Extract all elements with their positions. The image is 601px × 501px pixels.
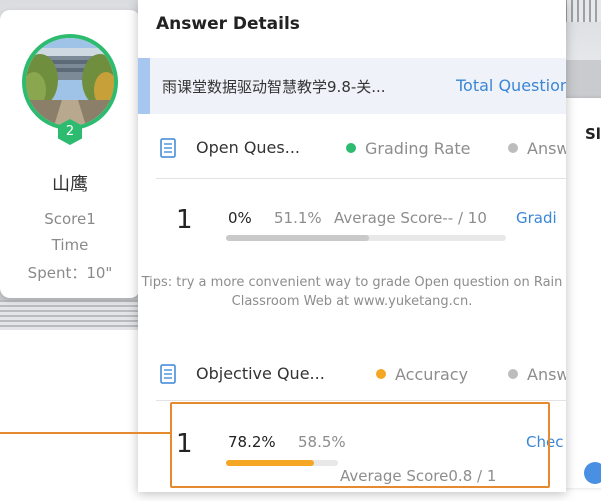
side-panel-title: Sl: [585, 125, 601, 143]
legend-dot-green: [346, 143, 356, 153]
divider: [156, 178, 566, 179]
legend-accuracy: Accuracy: [376, 365, 468, 384]
legend-answer-rate: Answ: [508, 365, 566, 384]
document-icon: [160, 138, 176, 158]
avatar-photo: [26, 38, 114, 126]
callout-line: [0, 432, 172, 434]
legend-dot-gray: [508, 143, 518, 153]
student-time-label: Time: [51, 236, 89, 254]
student-time-spent: Spent：10": [27, 264, 113, 282]
open-progress-track: [226, 235, 506, 241]
student-card: 2 山鹰 Score1 Time Spent：10": [0, 10, 140, 298]
open-questions-label[interactable]: Open Ques...: [196, 138, 300, 157]
highlight-box: [170, 402, 550, 488]
side-panel: [565, 98, 601, 488]
legend-dot-orange: [376, 369, 386, 379]
open-answer-rate: 51.1%: [274, 209, 322, 227]
grading-tips: Tips: try a more convenient way to grade…: [141, 275, 563, 309]
background-stripes: [0, 300, 150, 330]
rank-number: 2: [65, 124, 75, 139]
divider: [156, 400, 566, 401]
objective-questions-label[interactable]: Objective Que...: [196, 364, 325, 383]
open-progress-fill: [226, 235, 370, 241]
student-avatar: [22, 34, 118, 130]
grading-link[interactable]: Gradi: [516, 209, 557, 227]
legend-grading-rate: Grading Rate: [346, 139, 470, 158]
side-panel-action-button[interactable]: [584, 462, 601, 484]
student-name: 山鹰: [52, 174, 88, 195]
course-name: 雨课堂数据驱动智慧教学9.8-关...: [162, 78, 386, 96]
course-accent-bar: [138, 58, 150, 114]
open-question-number: 1: [176, 205, 193, 235]
answer-details-panel: Answer Details 雨课堂数据驱动智慧教学9.8-关... Total…: [138, 0, 566, 492]
student-score: Score1: [44, 210, 96, 228]
open-average-score: Average Score-- / 10: [334, 209, 487, 227]
legend-dot-gray: [508, 369, 518, 379]
total-questions-link[interactable]: Total Questions: [456, 76, 566, 95]
document-icon: [160, 364, 176, 384]
course-row[interactable]: 雨课堂数据驱动智慧教学9.8-关... Total Questions: [138, 58, 566, 114]
legend-answer-rate: Answ: [508, 139, 566, 158]
open-grading-rate: 0%: [228, 209, 252, 227]
panel-title: Answer Details: [156, 14, 300, 34]
